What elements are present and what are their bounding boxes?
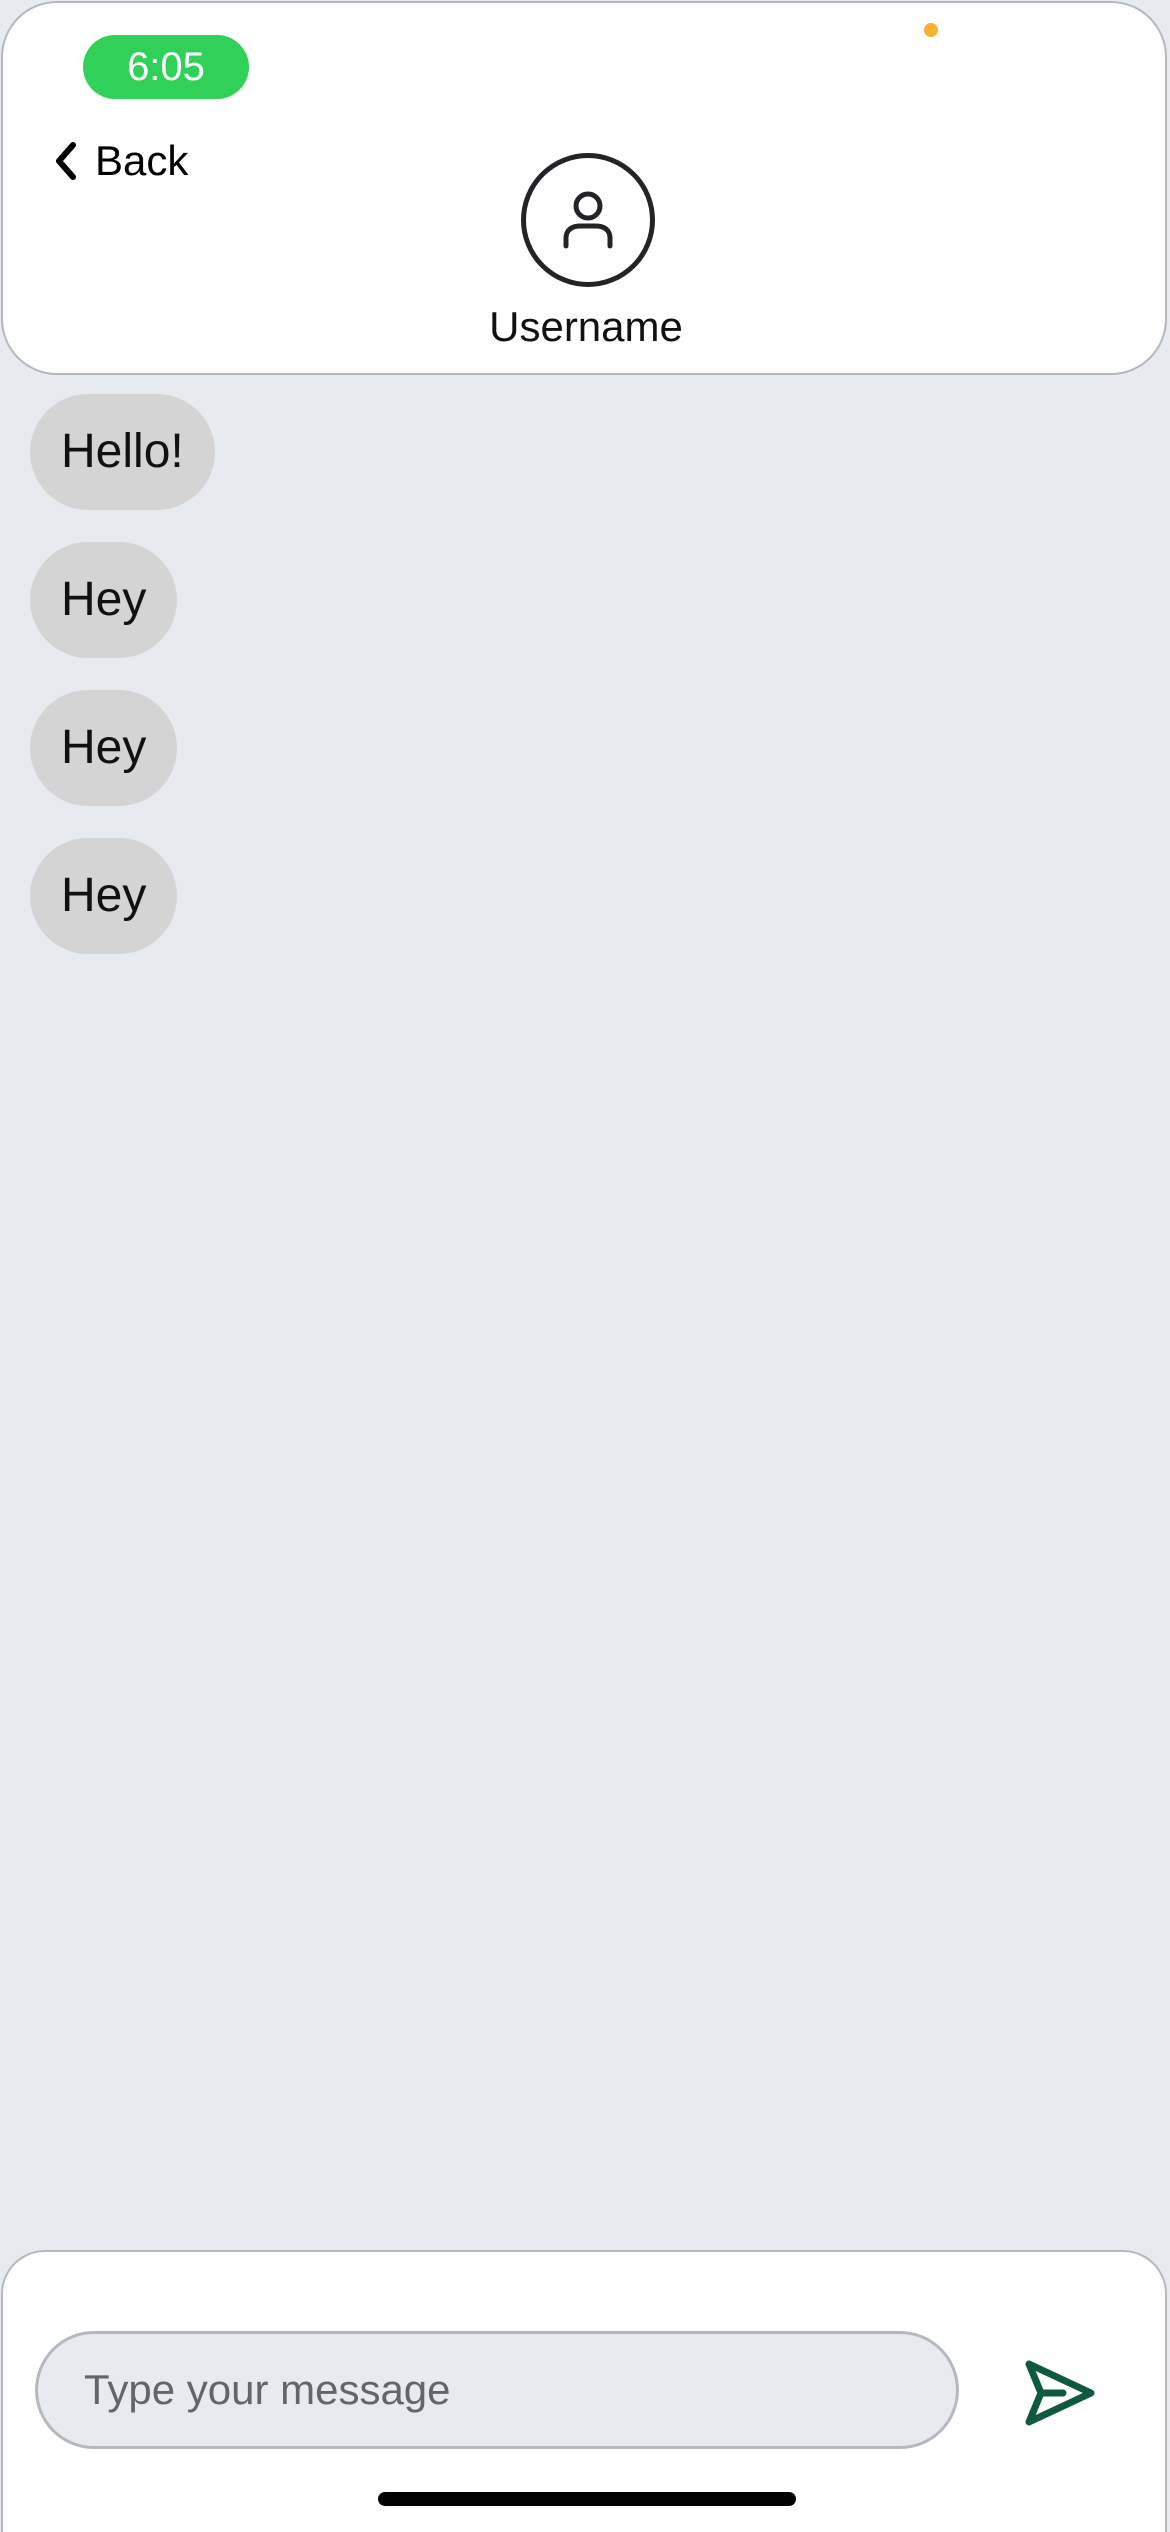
message-bubble[interactable]: Hey xyxy=(30,542,178,658)
message-composer xyxy=(1,2250,1167,2532)
message-bubble[interactable]: Hey xyxy=(30,690,178,806)
chat-screen: 6:05 Back Username Hello! Hey Hey Hey xyxy=(0,0,1170,2532)
avatar[interactable] xyxy=(521,153,655,287)
message-input[interactable] xyxy=(35,2331,959,2449)
back-button[interactable]: Back xyxy=(51,131,188,191)
status-time: 6:05 xyxy=(83,35,249,99)
back-label: Back xyxy=(95,137,189,184)
user-icon xyxy=(563,191,613,249)
send-icon[interactable] xyxy=(1021,2358,1097,2428)
message-bubble[interactable]: Hello! xyxy=(30,394,215,510)
message-bubble[interactable]: Hey xyxy=(30,838,178,954)
chevron-left-icon xyxy=(56,142,76,180)
contact-username: Username xyxy=(489,303,683,350)
privacy-indicator-dot xyxy=(924,23,938,37)
home-indicator[interactable] xyxy=(378,2492,796,2506)
message-list: Hello! Hey Hey Hey xyxy=(30,394,215,986)
chat-header: 6:05 Back Username xyxy=(1,1,1167,375)
